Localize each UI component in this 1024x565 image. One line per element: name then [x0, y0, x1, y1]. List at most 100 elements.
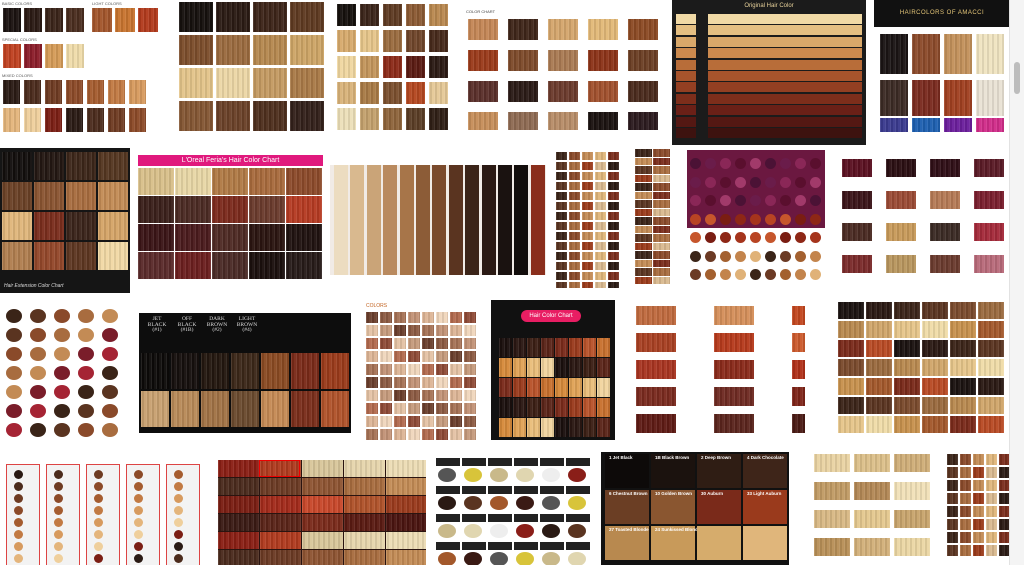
color-swatch — [499, 398, 512, 417]
color-swatch — [894, 416, 920, 433]
color-swatch — [416, 165, 430, 275]
color-swatch — [438, 552, 456, 565]
scrollbar-thumb[interactable] — [1014, 62, 1020, 94]
color-swatch — [608, 272, 619, 280]
color-swatch — [212, 168, 248, 195]
color-swatch — [838, 340, 864, 357]
color-swatch — [582, 282, 593, 288]
color-swatch — [690, 232, 701, 243]
color-swatch — [930, 159, 960, 177]
vertical-scrollbar[interactable] — [1009, 0, 1024, 565]
color-swatch — [212, 252, 248, 279]
label-strip — [462, 542, 486, 550]
color-swatch — [481, 165, 496, 275]
image-result[interactable]: COLORS — [361, 300, 483, 440]
color-swatch — [14, 482, 23, 491]
image-result[interactable]: Hair Extension Color Chart — [0, 148, 130, 293]
color-swatch — [582, 222, 593, 230]
color-swatch — [866, 359, 892, 376]
color-swatch — [708, 14, 862, 24]
color-swatch — [608, 242, 619, 250]
image-result[interactable] — [434, 452, 594, 565]
color-swatch — [436, 403, 448, 414]
color-swatch — [569, 172, 580, 180]
color-swatch — [595, 212, 606, 220]
image-result[interactable] — [622, 300, 805, 440]
image-result[interactable] — [333, 0, 453, 140]
image-result[interactable] — [687, 150, 825, 290]
color-swatch — [894, 454, 930, 472]
color-swatch — [350, 165, 365, 275]
color-swatch — [499, 338, 512, 357]
swatch-label: 2 Deep Brown — [701, 455, 732, 460]
image-result[interactable]: Original Hair Color — [672, 0, 866, 145]
image-result[interactable] — [554, 148, 621, 288]
label-strip — [436, 486, 460, 494]
selected-outline — [259, 460, 300, 477]
image-result[interactable] — [0, 460, 205, 565]
color-swatch — [922, 397, 948, 414]
color-swatch — [582, 232, 593, 240]
image-result[interactable]: Hair Color Chart — [491, 300, 615, 440]
color-swatch — [450, 403, 462, 414]
label-strip — [566, 514, 590, 522]
color-swatch — [653, 225, 670, 233]
color-swatch — [922, 359, 948, 376]
color-swatch — [527, 398, 540, 417]
color-swatch — [3, 80, 20, 104]
image-result[interactable] — [832, 155, 1010, 285]
color-swatch — [541, 398, 554, 417]
color-swatch — [714, 306, 754, 325]
color-swatch — [978, 416, 1004, 433]
image-result[interactable]: 1 Jet Black 1B Black Brown 2 Deep Brown 4 D… — [601, 452, 789, 565]
color-swatch — [102, 366, 118, 380]
image-result[interactable] — [330, 165, 546, 275]
color-swatch — [201, 353, 229, 389]
color-swatch — [583, 418, 596, 437]
color-swatch — [973, 480, 984, 491]
color-swatch — [708, 25, 862, 36]
image-result[interactable] — [945, 450, 1015, 565]
color-swatch — [54, 518, 63, 527]
color-swatch — [513, 418, 526, 437]
color-swatch — [3, 8, 21, 32]
color-swatch — [978, 340, 1004, 357]
color-swatch — [973, 506, 984, 517]
color-swatch — [608, 162, 619, 170]
color-swatch — [94, 494, 103, 503]
image-result[interactable]: BASIC COLORS LIGHT COLORS SPECIAL COLORS MI… — [0, 0, 170, 140]
image-result[interactable] — [0, 303, 130, 443]
label-strip — [488, 458, 512, 466]
color-swatch — [635, 234, 652, 242]
section-label: LIGHT COLORS — [92, 1, 122, 6]
color-swatch — [880, 34, 908, 74]
color-swatch — [810, 176, 821, 188]
color-swatch — [986, 493, 997, 504]
image-result[interactable]: L'Oreal Feria's Hair Color Chart — [138, 155, 323, 285]
image-result[interactable] — [218, 460, 426, 565]
color-swatch — [175, 252, 211, 279]
color-swatch — [765, 250, 776, 262]
swatch-label: DARK BROWN (#2) — [206, 316, 228, 333]
image-result[interactable]: HAIRCOLORS OF AMACCI — [874, 0, 1010, 138]
image-result[interactable] — [836, 300, 1010, 440]
color-swatch — [569, 252, 580, 260]
color-swatch — [854, 482, 890, 500]
image-result[interactable] — [634, 148, 672, 288]
swatch-label: 4 Dark Chocolate — [747, 455, 784, 460]
color-swatch — [394, 403, 406, 414]
color-swatch — [366, 364, 378, 375]
color-swatch — [436, 377, 448, 388]
color-swatch — [334, 165, 348, 275]
image-result[interactable] — [810, 450, 932, 565]
image-result[interactable] — [177, 0, 325, 140]
color-swatch — [175, 168, 211, 195]
color-swatch — [45, 80, 62, 104]
color-swatch — [978, 397, 1004, 414]
color-swatch — [87, 108, 104, 132]
image-result[interactable]: COLOR CHART — [460, 5, 664, 130]
color-swatch — [94, 554, 103, 563]
image-result[interactable]: JET BLACK (#1) OFF BLACK (#1B) DARK BROWN … — [139, 313, 351, 433]
color-swatch — [676, 116, 696, 127]
color-swatch — [676, 48, 696, 59]
